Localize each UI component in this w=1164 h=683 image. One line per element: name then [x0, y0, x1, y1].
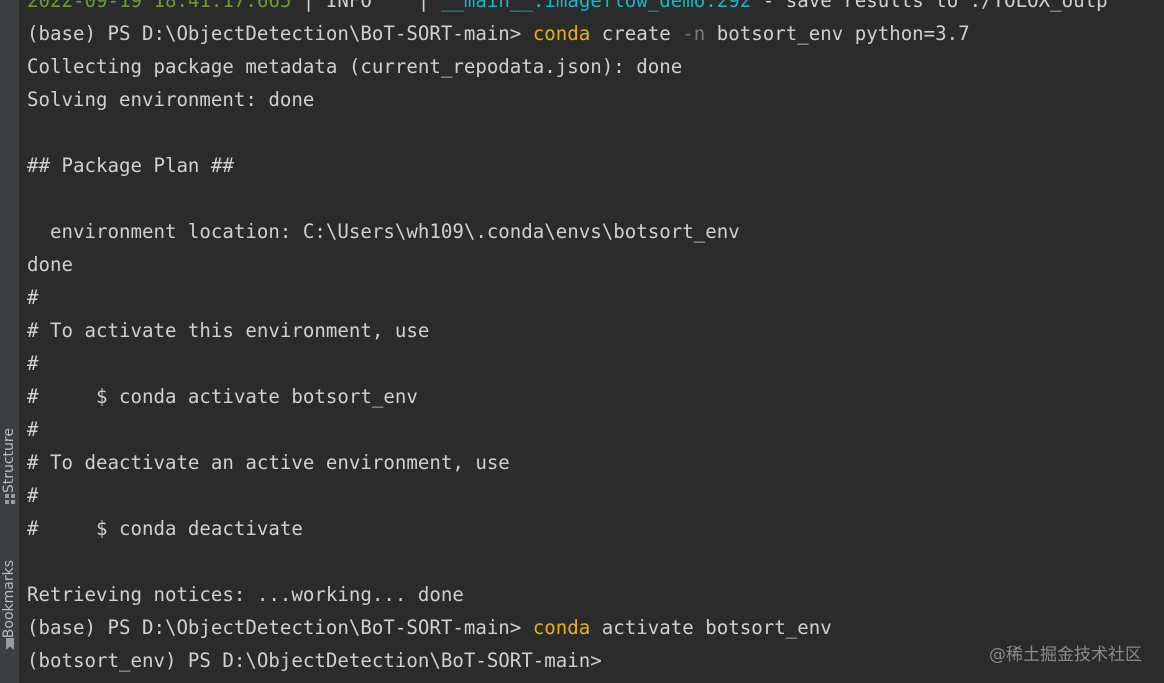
command-args: botsort_env python=3.7 — [705, 22, 970, 45]
structure-icon — [4, 494, 15, 505]
log-message: - save results to ./YOLOX_outp — [751, 0, 1108, 12]
output-line: Collecting package metadata (current_rep… — [27, 55, 683, 78]
command-args: create — [590, 22, 683, 45]
output-line: # To deactivate an active environment, u… — [27, 451, 510, 474]
terminal-window: Structure Bookmarks 2022-09-19 18:41:17.… — [0, 0, 1164, 683]
command-name: conda — [532, 616, 591, 639]
output-line: ## Package Plan ## — [27, 154, 234, 177]
command-line: (base) PS D:\ObjectDetection\BoT-SORT-ma… — [27, 611, 832, 644]
shell-prompt: (botsort_env) PS D:\ObjectDetection\BoT-… — [27, 649, 614, 672]
shell-prompt: (base) PS D:\ObjectDetection\BoT-SORT-ma… — [27, 616, 533, 639]
output-line: environment location: C:\Users\wh109\.co… — [27, 220, 740, 243]
output-line: # — [27, 286, 39, 309]
command-flag: -n — [682, 22, 706, 45]
structure-tab-label: Structure — [1, 428, 17, 494]
bookmarks-tab[interactable]: Bookmarks — [0, 560, 19, 678]
output-line: done — [27, 253, 73, 276]
output-line: Solving environment: done — [27, 88, 315, 111]
log-separator: | — [371, 0, 441, 12]
command-name: conda — [532, 22, 591, 45]
shell-prompt: (base) PS D:\ObjectDetection\BoT-SORT-ma… — [27, 22, 533, 45]
terminal-output[interactable]: 2022-09-19 18:41:17.665 | INFO | __main_… — [20, 0, 1164, 683]
log-level: INFO — [325, 0, 372, 12]
bookmarks-tab-label: Bookmarks — [1, 560, 17, 639]
log-module: __main__:imageflow_demo:292 — [440, 0, 752, 12]
output-line: # — [27, 418, 39, 441]
bookmark-icon — [5, 638, 14, 651]
log-timestamp: 2022-09-19 18:41:17.665 — [27, 0, 292, 12]
log-line: 2022-09-19 18:41:17.665 | INFO | __main_… — [27, 0, 1108, 17]
output-line: # — [27, 352, 39, 375]
log-separator: | — [291, 0, 326, 12]
side-tool-strip: Structure Bookmarks — [0, 0, 20, 683]
structure-tab[interactable]: Structure — [0, 428, 19, 532]
command-args: activate botsort_env — [590, 616, 832, 639]
output-line: # $ conda deactivate — [27, 517, 303, 540]
output-line: # To activate this environment, use — [27, 319, 430, 342]
output-line: Retrieving notices: ...working... done — [27, 583, 464, 606]
command-line: (base) PS D:\ObjectDetection\BoT-SORT-ma… — [27, 17, 970, 50]
output-line: # — [27, 484, 39, 507]
command-line[interactable]: (botsort_env) PS D:\ObjectDetection\BoT-… — [27, 644, 613, 677]
output-line: # $ conda activate botsort_env — [27, 385, 418, 408]
